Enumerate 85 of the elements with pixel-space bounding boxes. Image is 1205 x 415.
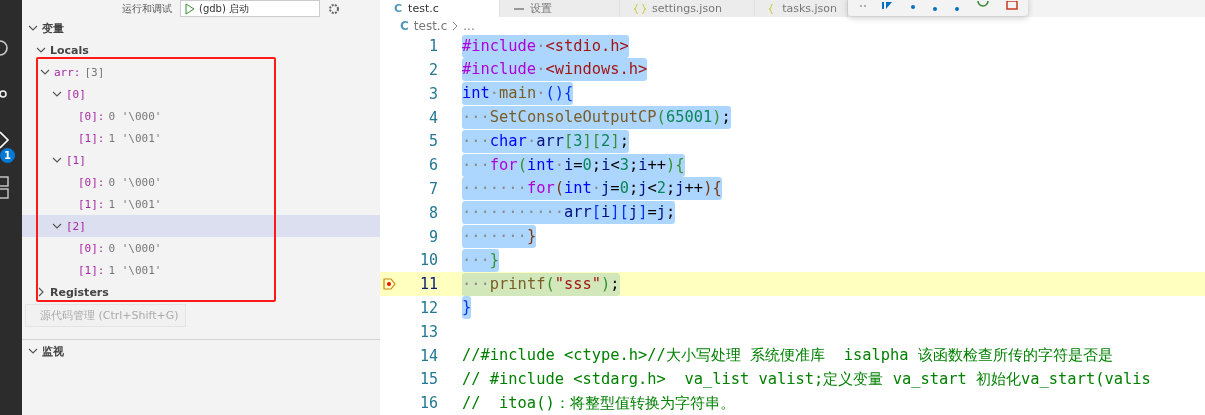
variable-row[interactable]: [2]	[22, 215, 380, 237]
scope-title: Registers	[50, 285, 109, 299]
variable-value: [3]	[84, 65, 105, 79]
section-header[interactable]: 变量	[22, 17, 70, 39]
line-number: 3	[427, 84, 438, 103]
editor-tab[interactable]: 设置	[500, 0, 620, 17]
variable-value: 1 '\001'	[108, 197, 162, 211]
line-number: 9	[427, 227, 438, 246]
editor-tab[interactable]: C test.c	[380, 0, 500, 17]
editor-tab[interactable]: tasks.json	[755, 0, 848, 17]
variable-name: [2]	[66, 219, 86, 233]
chevron-down-icon[interactable]	[28, 23, 38, 33]
variable-row[interactable]: [1]	[22, 149, 92, 171]
braces-icon	[634, 3, 646, 14]
variable-name: [0]:	[78, 109, 105, 123]
section-title: 监视	[42, 343, 64, 359]
line-number: 8	[427, 203, 438, 222]
code-line: // #include <stdarg.h> va_list valist;定义变量 va_start 初始化va_start(valis	[462, 368, 1151, 390]
chevron-down-icon[interactable]	[28, 346, 38, 356]
grip-icon[interactable]	[860, 3, 866, 9]
variable-name: [0]:	[78, 241, 105, 255]
variable-row[interactable]: [0]: 0 '\000'	[22, 171, 168, 193]
code-line: }	[462, 296, 472, 320]
line-number: 7	[427, 179, 438, 198]
line-number: 15	[418, 370, 438, 389]
panel-title: 运行和调试	[122, 1, 172, 16]
stop-icon[interactable]	[1006, 1, 1018, 11]
variable-value: 1 '\001'	[108, 131, 162, 145]
variable-row[interactable]: [1]: 1 '\001'	[22, 259, 168, 281]
code-line: // itoa()：将整型值转换为字符串。	[462, 392, 735, 414]
breadcrumb-item[interactable]: test.c	[413, 18, 448, 33]
c-file-icon: C	[400, 18, 409, 33]
line-number: 6	[427, 156, 438, 175]
editor-tab[interactable]: settings.json	[620, 0, 755, 17]
variable-row[interactable]: [0]	[22, 83, 92, 105]
search-icon[interactable]	[0, 38, 10, 58]
chevron-right-icon[interactable]	[36, 287, 46, 297]
breakpoint-arrow-icon[interactable]	[383, 278, 397, 291]
variable-row[interactable]: arr: [3]	[22, 61, 111, 83]
variable-row[interactable]: [0]: 0 '\000'	[22, 105, 168, 127]
extensions-icon[interactable]	[0, 176, 10, 200]
scope-row[interactable]: Registers	[22, 281, 115, 303]
notification-badge: 1	[0, 148, 15, 163]
chevron-down-icon[interactable]	[52, 89, 62, 99]
scope-title: Locals	[50, 43, 89, 57]
line-number: 14	[418, 346, 438, 365]
variable-name: [1]	[66, 153, 86, 167]
chevron-down-icon[interactable]	[36, 45, 46, 55]
variable-row[interactable]: [1]: 1 '\001'	[22, 193, 168, 215]
line-number: 13	[418, 322, 438, 341]
c-file-icon: C	[394, 2, 403, 15]
variable-name: [0]	[66, 87, 86, 101]
line-number: 11	[418, 275, 438, 294]
variable-name: [0]:	[78, 175, 105, 189]
chevron-right-icon	[452, 20, 459, 31]
variable-name: arr:	[54, 65, 81, 79]
code-line: //#include <ctype.h>//大小写处理 系统便准库 isalpha 该函数检查所传的字符是否是	[462, 345, 1113, 366]
line-number: 5	[427, 132, 438, 151]
continue-icon[interactable]	[882, 2, 894, 10]
line-number: 12	[418, 298, 438, 317]
variable-name: [1]:	[78, 263, 105, 277]
chevron-down-icon[interactable]	[40, 67, 50, 77]
variable-value: 0 '\000'	[108, 241, 162, 255]
variable-value: 0 '\000'	[108, 109, 162, 123]
chevron-down-icon[interactable]	[52, 155, 62, 165]
chevron-down-icon[interactable]	[52, 221, 62, 231]
variable-value: 0 '\000'	[108, 175, 162, 189]
variable-value: 1 '\001'	[108, 263, 162, 277]
line-number: 10	[418, 251, 438, 270]
line-number: 16	[418, 394, 438, 413]
breadcrumb-item[interactable]: ...	[463, 18, 475, 33]
variable-row[interactable]: [1]: 1 '\001'	[22, 127, 168, 149]
variable-name: [1]:	[78, 197, 105, 211]
gear-icon[interactable]	[328, 2, 340, 15]
section-title: 变量	[42, 20, 64, 36]
scope-row[interactable]: Locals	[22, 39, 95, 61]
play-icon	[185, 2, 195, 15]
line-number: 4	[427, 108, 438, 127]
variable-row[interactable]: [0]: 0 '\000'	[22, 237, 168, 259]
variable-name: [1]:	[78, 131, 105, 145]
launch-config-dropdown[interactable]: (gdb) 启动	[180, 0, 320, 17]
tooltip: 源代码管理 (Ctrl+Shift+G)	[25, 304, 186, 327]
line-number: 2	[427, 60, 438, 79]
section-header[interactable]: 监视	[22, 340, 70, 362]
line-number: 1	[427, 37, 438, 56]
